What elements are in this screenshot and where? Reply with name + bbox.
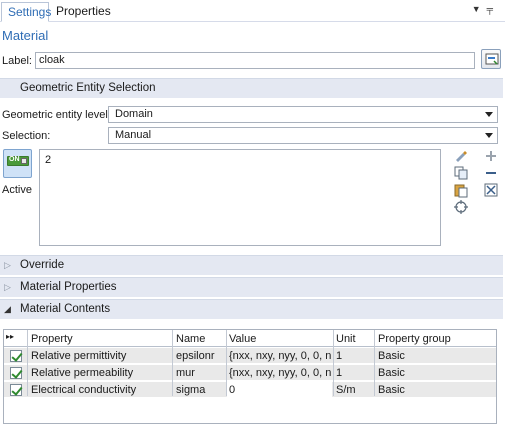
cell-unit: 1: [336, 350, 343, 362]
page-title: Material: [2, 28, 49, 43]
material-contents-header[interactable]: ◢ Material Contents: [0, 299, 503, 319]
toggle-knob: [21, 158, 27, 164]
table-row[interactable]: Electrical conductivity sigma 0 S/m Basi…: [4, 382, 496, 398]
toggle-state-text: ON: [9, 156, 20, 163]
selection-label: Selection:: [2, 130, 51, 142]
selection-list[interactable]: 2: [39, 149, 441, 246]
cell-name: sigma: [176, 384, 206, 396]
column-divider[interactable]: [226, 330, 227, 396]
table-row[interactable]: Relative permeability mur {nxx, nxy, nyy…: [4, 365, 496, 381]
material-properties-title: Material Properties: [20, 281, 117, 293]
paste-icon[interactable]: [453, 182, 469, 198]
column-divider[interactable]: [172, 330, 173, 396]
cell-value[interactable]: {nxx, nxy, nyy, 0, 0, nz}: [229, 350, 331, 362]
geometric-entity-selection-header[interactable]: Geometric Entity Selection: [0, 78, 503, 98]
remove-icon[interactable]: [483, 165, 499, 181]
entity-level-row: Geometric entity level: Domain: [2, 106, 502, 124]
override-title: Override: [20, 259, 65, 271]
label-input[interactable]: cloak: [35, 52, 475, 69]
column-header-unit[interactable]: Unit: [336, 333, 356, 345]
selection-value: Manual: [115, 129, 152, 141]
tab-bar-controls: ▼╤: [472, 4, 499, 14]
selection-list-item[interactable]: 2: [45, 154, 51, 166]
selection-select[interactable]: Manual: [108, 127, 498, 144]
entity-level-label: Geometric entity level:: [2, 109, 111, 121]
add-icon[interactable]: [483, 148, 499, 164]
reset-label-icon: [485, 53, 499, 65]
cell-property: Relative permeability: [31, 367, 134, 379]
material-contents-table: ▸▸ Property Name Value Unit Property gro…: [3, 329, 497, 424]
column-header-group[interactable]: Property group: [378, 333, 451, 345]
material-contents-title: Material Contents: [20, 303, 111, 315]
entity-level-select[interactable]: Domain: [108, 106, 498, 123]
paste-selection-icon[interactable]: [453, 148, 469, 164]
tab-properties[interactable]: Properties: [50, 2, 111, 22]
column-header-name[interactable]: Name: [176, 333, 205, 345]
on-toggle-icon: ON: [7, 156, 29, 166]
chevron-down-icon: [485, 112, 493, 117]
zoom-to-selection-icon[interactable]: [453, 199, 469, 215]
tab-bar: Settings Properties ▼╤: [0, 0, 505, 22]
label-row: Label: cloak: [2, 49, 502, 70]
label-field-label: Label:: [2, 55, 32, 67]
column-header-property[interactable]: Property: [31, 333, 73, 345]
dropdown-arrow-icon[interactable]: ▼: [472, 4, 487, 14]
reset-label-button[interactable]: [481, 49, 501, 69]
chevron-down-icon: [485, 133, 493, 138]
cell-group: Basic: [378, 384, 405, 396]
cell-group: Basic: [378, 367, 405, 379]
cell-property: Electrical conductivity: [31, 384, 137, 396]
selection-toolbar: [453, 148, 503, 218]
active-toggle-button[interactable]: ON: [3, 149, 32, 178]
tab-settings[interactable]: Settings: [1, 2, 51, 22]
column-divider[interactable]: [333, 330, 334, 396]
cell-name: mur: [176, 367, 195, 379]
cell-property: Relative permittivity: [31, 350, 127, 362]
cell-name: epsilonr: [176, 350, 215, 362]
material-properties-header[interactable]: ▷ Material Properties: [0, 277, 503, 297]
column-header-value[interactable]: Value: [229, 333, 256, 345]
cell-value[interactable]: 0: [229, 384, 331, 396]
entity-level-value: Domain: [115, 108, 153, 120]
cell-unit: 1: [336, 367, 343, 379]
row-checkbox[interactable]: [10, 384, 22, 396]
cell-unit: S/m: [336, 384, 356, 396]
geometric-entity-selection-title: Geometric Entity Selection: [20, 82, 156, 94]
pin-icon[interactable]: ╤: [487, 4, 499, 14]
chevron-right-icon: ▷: [4, 282, 11, 292]
selection-row: Selection: Manual: [2, 127, 502, 145]
row-checkbox[interactable]: [10, 350, 22, 362]
copy-selection-icon[interactable]: [453, 165, 469, 181]
expand-all-icon[interactable]: ▸▸: [6, 332, 14, 341]
row-checkbox[interactable]: [10, 367, 22, 379]
active-label: Active: [2, 184, 32, 196]
chevron-right-icon: ▷: [4, 260, 11, 270]
column-divider[interactable]: [374, 330, 375, 396]
override-header[interactable]: ▷ Override: [0, 255, 503, 275]
cell-group: Basic: [378, 350, 405, 362]
cell-value[interactable]: {nxx, nxy, nyy, 0, 0, nz}: [229, 367, 331, 379]
column-divider[interactable]: [27, 330, 28, 396]
clear-selection-icon[interactable]: [483, 182, 499, 198]
table-header: ▸▸ Property Name Value Unit Property gro…: [4, 330, 496, 347]
table-row[interactable]: Relative permittivity epsilonr {nxx, nxy…: [4, 348, 496, 364]
chevron-down-icon: ◢: [4, 304, 11, 314]
